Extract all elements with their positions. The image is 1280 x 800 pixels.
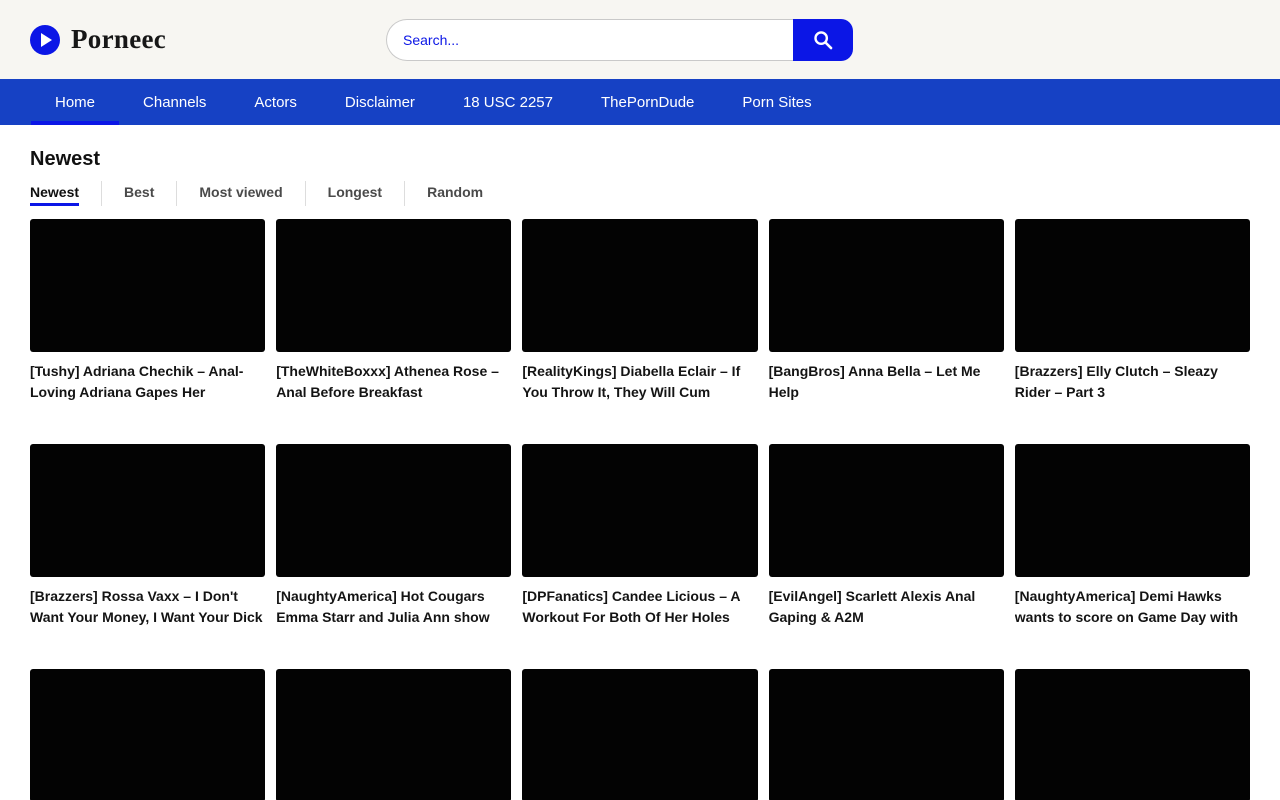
video-thumbnail[interactable] [1015,669,1250,800]
video-thumbnail[interactable] [522,669,757,800]
video-thumbnail[interactable] [1015,444,1250,577]
nav-item-18usc2257[interactable]: 18 USC 2257 [439,79,577,125]
nav-item-home[interactable]: Home [31,79,119,125]
video-thumbnail[interactable] [769,669,1004,800]
tab-newest[interactable]: Newest [30,181,102,206]
video-thumbnail[interactable] [769,444,1004,577]
video-thumbnail[interactable] [769,219,1004,352]
video-card[interactable]: [DPFanatics] Candee Licious – A Workout … [522,444,757,669]
video-thumbnail[interactable] [522,444,757,577]
video-card[interactable] [30,669,265,800]
video-card[interactable] [769,669,1004,800]
video-thumbnail[interactable] [522,219,757,352]
video-title[interactable]: [NaughtyAmerica] Hot Cougars Emma Starr … [276,577,511,669]
video-card[interactable] [276,669,511,800]
video-title[interactable]: [Brazzers] Elly Clutch – Sleazy Rider – … [1015,352,1250,444]
tab-random[interactable]: Random [405,181,505,206]
section-title: Newest [30,125,1250,181]
video-card[interactable]: [TheWhiteBoxxx] Athenea Rose – Anal Befo… [276,219,511,444]
tab-most-viewed[interactable]: Most viewed [177,181,305,206]
video-title[interactable]: [NaughtyAmerica] Demi Hawks wants to sco… [1015,577,1250,669]
video-grid: [Tushy] Adriana Chechik – Anal-Loving Ad… [30,219,1250,800]
video-card[interactable]: [Brazzers] Elly Clutch – Sleazy Rider – … [1015,219,1250,444]
video-title[interactable]: [BangBros] Anna Bella – Let Me Help [769,352,1004,444]
video-thumbnail[interactable] [30,669,265,800]
search-icon [812,29,834,51]
logo[interactable]: Porneec [30,24,166,55]
video-card[interactable]: [RealityKings] Diabella Eclair – If You … [522,219,757,444]
search-bar [386,19,853,61]
brand-name: Porneec [71,24,166,55]
video-title[interactable]: [Tushy] Adriana Chechik – Anal-Loving Ad… [30,352,265,444]
nav-item-theporndude[interactable]: ThePornDude [577,79,718,125]
search-input[interactable] [386,19,793,61]
video-thumbnail[interactable] [276,669,511,800]
main-nav: Home Channels Actors Disclaimer 18 USC 2… [0,79,1280,125]
video-title[interactable]: [TheWhiteBoxxx] Athenea Rose – Anal Befo… [276,352,511,444]
video-title[interactable]: [DPFanatics] Candee Licious – A Workout … [522,577,757,669]
video-card[interactable]: [EvilAngel] Scarlett Alexis Anal Gaping … [769,444,1004,669]
site-header: Porneec [0,0,1280,79]
video-card[interactable]: [Tushy] Adriana Chechik – Anal-Loving Ad… [30,219,265,444]
video-card[interactable] [1015,669,1250,800]
tab-longest[interactable]: Longest [306,181,405,206]
tab-best[interactable]: Best [102,181,177,206]
video-title[interactable]: [Brazzers] Rossa Vaxx – I Don't Want You… [30,577,265,669]
video-thumbnail[interactable] [1015,219,1250,352]
video-thumbnail[interactable] [30,444,265,577]
video-title[interactable]: [EvilAngel] Scarlett Alexis Anal Gaping … [769,577,1004,669]
video-title[interactable]: [RealityKings] Diabella Eclair – If You … [522,352,757,444]
video-thumbnail[interactable] [276,444,511,577]
video-card[interactable]: [BangBros] Anna Bella – Let Me Help [769,219,1004,444]
video-thumbnail[interactable] [30,219,265,352]
video-thumbnail[interactable] [276,219,511,352]
sort-tabs: Newest Best Most viewed Longest Random [30,181,1250,206]
nav-item-actors[interactable]: Actors [230,79,321,125]
nav-item-porn-sites[interactable]: Porn Sites [718,79,835,125]
play-icon [30,25,60,55]
main-content: Newest Newest Best Most viewed Longest R… [0,125,1280,800]
video-card[interactable]: [Brazzers] Rossa Vaxx – I Don't Want You… [30,444,265,669]
video-card[interactable]: [NaughtyAmerica] Hot Cougars Emma Starr … [276,444,511,669]
video-card[interactable]: [NaughtyAmerica] Demi Hawks wants to sco… [1015,444,1250,669]
video-card[interactable] [522,669,757,800]
search-button[interactable] [793,19,853,61]
nav-item-channels[interactable]: Channels [119,79,230,125]
nav-item-disclaimer[interactable]: Disclaimer [321,79,439,125]
